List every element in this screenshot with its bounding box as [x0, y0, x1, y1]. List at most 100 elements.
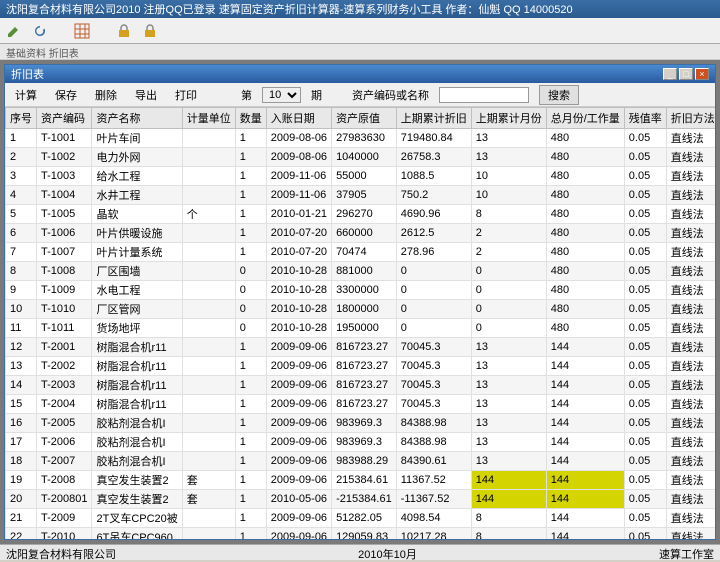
- cell[interactable]: 8: [471, 509, 546, 528]
- cell[interactable]: 0.05: [624, 186, 666, 205]
- cell[interactable]: [182, 395, 235, 414]
- cell[interactable]: 1: [235, 376, 266, 395]
- period-select[interactable]: 10: [262, 87, 301, 103]
- cell[interactable]: T-2007: [37, 452, 92, 471]
- cell[interactable]: 电力外网: [92, 148, 182, 167]
- cell[interactable]: 816723.27: [332, 357, 397, 376]
- cell[interactable]: 983969.3: [332, 414, 397, 433]
- col-header[interactable]: 入账日期: [266, 108, 331, 129]
- cell[interactable]: 816723.27: [332, 395, 397, 414]
- cell[interactable]: 晶软: [92, 205, 182, 224]
- table-row[interactable]: 8T-1008厂区围墙02010-10-28881000004800.05直线法…: [6, 262, 716, 281]
- cell[interactable]: 4: [6, 186, 37, 205]
- cell[interactable]: 278.96: [396, 243, 471, 262]
- cell[interactable]: 2009-09-06: [266, 471, 331, 490]
- search-input[interactable]: [439, 87, 529, 103]
- cell[interactable]: 719480.84: [396, 129, 471, 148]
- cell[interactable]: 8: [471, 205, 546, 224]
- calc-button[interactable]: 计算: [11, 85, 41, 105]
- cell[interactable]: 144: [546, 509, 624, 528]
- cell[interactable]: 2: [6, 148, 37, 167]
- cell[interactable]: 0.05: [624, 376, 666, 395]
- cell[interactable]: 直线法: [666, 414, 715, 433]
- cell[interactable]: 144: [546, 395, 624, 414]
- cell[interactable]: 叶片计量系统: [92, 243, 182, 262]
- cell[interactable]: 0: [471, 319, 546, 338]
- cell[interactable]: 水井工程: [92, 186, 182, 205]
- table-row[interactable]: 10T-1010厂区管网02010-10-281800000004800.05直…: [6, 300, 716, 319]
- cell[interactable]: 直线法: [666, 357, 715, 376]
- cell[interactable]: 983969.3: [332, 433, 397, 452]
- cell[interactable]: T-1010: [37, 300, 92, 319]
- cell[interactable]: 2010-07-20: [266, 224, 331, 243]
- cell[interactable]: 0.05: [624, 452, 666, 471]
- cell[interactable]: 144: [546, 528, 624, 540]
- cell[interactable]: 480: [546, 262, 624, 281]
- cell[interactable]: 11367.52: [396, 471, 471, 490]
- lock-icon[interactable]: [114, 21, 134, 41]
- cell[interactable]: 13: [6, 357, 37, 376]
- cell[interactable]: [182, 281, 235, 300]
- cell[interactable]: 叶片车间: [92, 129, 182, 148]
- table-row[interactable]: 12T-2001树脂混合机r1112009-09-06816723.277004…: [6, 338, 716, 357]
- cell[interactable]: 树脂混合机r11: [92, 338, 182, 357]
- cell[interactable]: 叶片供暖设施: [92, 224, 182, 243]
- cell[interactable]: 胶粘剂混合机I: [92, 433, 182, 452]
- cell[interactable]: [182, 186, 235, 205]
- table-row[interactable]: 14T-2003树脂混合机r1112009-09-06816723.277004…: [6, 376, 716, 395]
- cell[interactable]: [182, 262, 235, 281]
- grid-icon[interactable]: [72, 21, 92, 41]
- cell[interactable]: 套: [182, 490, 235, 509]
- cell[interactable]: 厂区管网: [92, 300, 182, 319]
- cell[interactable]: [182, 224, 235, 243]
- cell[interactable]: 0.05: [624, 490, 666, 509]
- cell[interactable]: 84388.98: [396, 433, 471, 452]
- cell[interactable]: 18: [6, 452, 37, 471]
- cell[interactable]: 8: [6, 262, 37, 281]
- cell[interactable]: 0.05: [624, 357, 666, 376]
- cell[interactable]: 8: [471, 528, 546, 540]
- cell[interactable]: 70045.3: [396, 376, 471, 395]
- search-button[interactable]: 搜索: [539, 85, 579, 105]
- cell[interactable]: 真空发生装置2: [92, 490, 182, 509]
- cell[interactable]: 0.05: [624, 262, 666, 281]
- cell[interactable]: T-1007: [37, 243, 92, 262]
- cell[interactable]: 真空发生装置2: [92, 471, 182, 490]
- cell[interactable]: 2: [471, 243, 546, 262]
- cell[interactable]: 70045.3: [396, 395, 471, 414]
- cell[interactable]: 215384.61: [332, 471, 397, 490]
- print-button[interactable]: 打印: [171, 85, 201, 105]
- cell[interactable]: 816723.27: [332, 338, 397, 357]
- cell[interactable]: 20: [6, 490, 37, 509]
- cell[interactable]: 0.05: [624, 129, 666, 148]
- cell[interactable]: 2010-10-28: [266, 262, 331, 281]
- cell[interactable]: 17: [6, 433, 37, 452]
- cell[interactable]: 0.05: [624, 509, 666, 528]
- cell[interactable]: T-1004: [37, 186, 92, 205]
- cell[interactable]: 直线法: [666, 376, 715, 395]
- cell[interactable]: -215384.61: [332, 490, 397, 509]
- cell[interactable]: [182, 319, 235, 338]
- cell[interactable]: 0.05: [624, 148, 666, 167]
- cell[interactable]: 9: [6, 281, 37, 300]
- cell[interactable]: T-1008: [37, 262, 92, 281]
- cell[interactable]: 0: [235, 300, 266, 319]
- cell[interactable]: T-2004: [37, 395, 92, 414]
- table-row[interactable]: 19T-2008真空发生装置2套12009-09-06215384.611136…: [6, 471, 716, 490]
- cell[interactable]: 0: [235, 281, 266, 300]
- cell[interactable]: 2009-09-06: [266, 338, 331, 357]
- cell[interactable]: 0: [471, 262, 546, 281]
- cell[interactable]: 70045.3: [396, 357, 471, 376]
- cell[interactable]: [182, 300, 235, 319]
- cell[interactable]: 1: [235, 509, 266, 528]
- cell[interactable]: 给水工程: [92, 167, 182, 186]
- cell[interactable]: [182, 243, 235, 262]
- cell[interactable]: 10: [471, 186, 546, 205]
- delete-button[interactable]: 删除: [91, 85, 121, 105]
- cell[interactable]: 胶粘剂混合机I: [92, 452, 182, 471]
- cell[interactable]: 2T叉车CPC20被: [92, 509, 182, 528]
- cell[interactable]: 480: [546, 319, 624, 338]
- cell[interactable]: 0.05: [624, 395, 666, 414]
- cell[interactable]: 1800000: [332, 300, 397, 319]
- cell[interactable]: 直线法: [666, 224, 715, 243]
